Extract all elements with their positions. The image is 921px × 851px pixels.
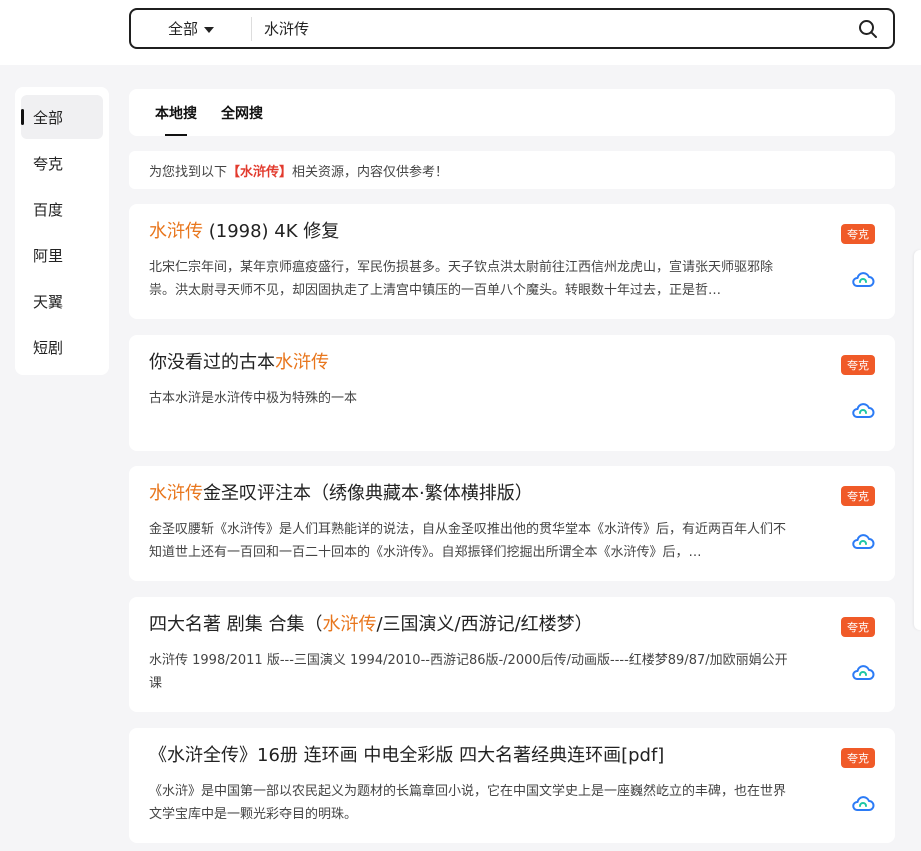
result-description: 北宋仁宗年间，某年京师瘟疫盛行，军民伤损甚多。天子钦点洪太尉前往江西信州龙虎山，… xyxy=(149,260,774,298)
sidebar-item-label: 百度 xyxy=(33,200,64,219)
title-text: 你没看过的古本 xyxy=(149,352,275,373)
search-input[interactable] xyxy=(252,10,843,47)
title-text: (1998) 4K 修复 xyxy=(203,221,340,242)
source-badge: 夸克 xyxy=(841,224,875,244)
search-tabs: 本地搜 全网搜 xyxy=(129,89,895,136)
result-description: 《水浒》是中国第一部以农民起义为题材的长篇章回小说，它在中国文学史上是一座巍然屹… xyxy=(149,784,787,822)
notice-keyword: 【水浒传】 xyxy=(227,164,293,180)
result-card[interactable]: 水浒传金圣叹评注本（绣像典藏本·繁体横排版） 金圣叹腰斩《水浒传》是人们耳熟能详… xyxy=(129,466,895,581)
tab-label: 本地搜 xyxy=(155,105,197,122)
source-badge: 夸克 xyxy=(841,486,875,506)
cloud-icon[interactable] xyxy=(851,794,875,812)
source-badge: 夸克 xyxy=(841,355,875,375)
tab-local-search[interactable]: 本地搜 xyxy=(155,89,197,136)
cloud-icon[interactable] xyxy=(851,532,875,550)
result-card[interactable]: 水浒传 (1998) 4K 修复 北宋仁宗年间，某年京师瘟疫盛行，军民伤损甚多。… xyxy=(129,204,895,319)
notice-prefix: 为您找到以下 xyxy=(149,164,228,180)
sidebar-item-label: 阿里 xyxy=(33,246,64,265)
search-scope-label: 全部 xyxy=(167,20,198,38)
sidebar-item-tianyi[interactable]: 天翼 xyxy=(21,279,103,323)
sidebar-item-label: 夸克 xyxy=(33,154,64,173)
sidebar-item-short-drama[interactable]: 短剧 xyxy=(21,325,103,369)
cloud-icon[interactable] xyxy=(851,401,875,419)
result-description: 古本水浒是水浒传中极为特殊的一本 xyxy=(149,391,358,406)
cloud-icon[interactable] xyxy=(851,663,875,681)
result-title[interactable]: 水浒传金圣叹评注本（绣像典藏本·繁体横排版） xyxy=(149,482,795,506)
title-keyword: 水浒传 xyxy=(149,483,203,504)
title-keyword: 水浒传 xyxy=(275,352,329,373)
result-card[interactable]: 四大名著 剧集 合集（水浒传/三国演义/西游记/红楼梦） 水浒传 1998/20… xyxy=(129,597,895,712)
result-card[interactable]: 《水浒全传》16册 连环画 中电全彩版 四大名著经典连环画[pdf] 《水浒》是… xyxy=(129,728,895,843)
result-description: 金圣叹腰斩《水浒传》是人们耳熟能详的说法，自从金圣叹推出他的贯华堂本《水浒传》后… xyxy=(149,522,787,560)
result-description: 水浒传 1998/2011 版---三国演义 1994/2010--西游记86版… xyxy=(149,653,788,691)
title-keyword: 水浒传 xyxy=(322,614,377,635)
top-bar: 全部 xyxy=(0,0,921,65)
sidebar-item-label: 天翼 xyxy=(33,292,64,311)
source-badge: 夸克 xyxy=(841,748,875,768)
title-text: 《水浒全传》16册 连环画 中电全彩版 四大名著经典连环画[pdf] xyxy=(149,745,665,766)
result-title[interactable]: 四大名著 剧集 合集（水浒传/三国演义/西游记/红楼梦） xyxy=(149,613,795,637)
title-text: /三国演义/西游记/红楼梦） xyxy=(376,614,593,635)
notice-suffix: 相关资源，内容仅供参考！ xyxy=(292,164,449,180)
search-button[interactable] xyxy=(843,10,893,47)
title-text: 四大名著 剧集 合集（ xyxy=(149,614,323,635)
source-badge: 夸克 xyxy=(841,617,875,637)
tab-label: 全网搜 xyxy=(221,105,263,122)
sidebar-item-all[interactable]: 全部 xyxy=(21,95,103,139)
title-keyword: 水浒传 xyxy=(149,221,203,242)
search-icon xyxy=(859,19,877,38)
search-scope-dropdown[interactable]: 全部 xyxy=(131,10,251,47)
result-title[interactable]: 你没看过的古本水浒传 xyxy=(149,351,795,375)
sidebar-item-quark[interactable]: 夸克 xyxy=(21,141,103,185)
right-side-panel-edge xyxy=(914,250,921,630)
tab-web-search[interactable]: 全网搜 xyxy=(221,89,263,136)
sidebar-item-aliyun[interactable]: 阿里 xyxy=(21,233,103,277)
sidebar-item-baidu[interactable]: 百度 xyxy=(21,187,103,231)
sidebar-item-label: 短剧 xyxy=(33,338,64,357)
title-text: 金圣叹评注本（绣像典藏本·繁体横排版） xyxy=(203,483,533,504)
sidebar: 全部 夸克 百度 阿里 天翼 短剧 xyxy=(15,87,109,375)
result-notice: 为您找到以下 【水浒传】 相关资源，内容仅供参考！ xyxy=(129,151,895,189)
search-box: 全部 xyxy=(129,8,895,49)
result-title[interactable]: 水浒传 (1998) 4K 修复 xyxy=(149,220,795,244)
result-card[interactable]: 你没看过的古本水浒传 古本水浒是水浒传中极为特殊的一本 夸克 xyxy=(129,335,895,451)
cloud-icon[interactable] xyxy=(851,270,875,288)
caret-down-icon xyxy=(204,26,214,33)
sidebar-item-label: 全部 xyxy=(33,108,64,127)
result-title[interactable]: 《水浒全传》16册 连环画 中电全彩版 四大名著经典连环画[pdf] xyxy=(149,744,795,768)
